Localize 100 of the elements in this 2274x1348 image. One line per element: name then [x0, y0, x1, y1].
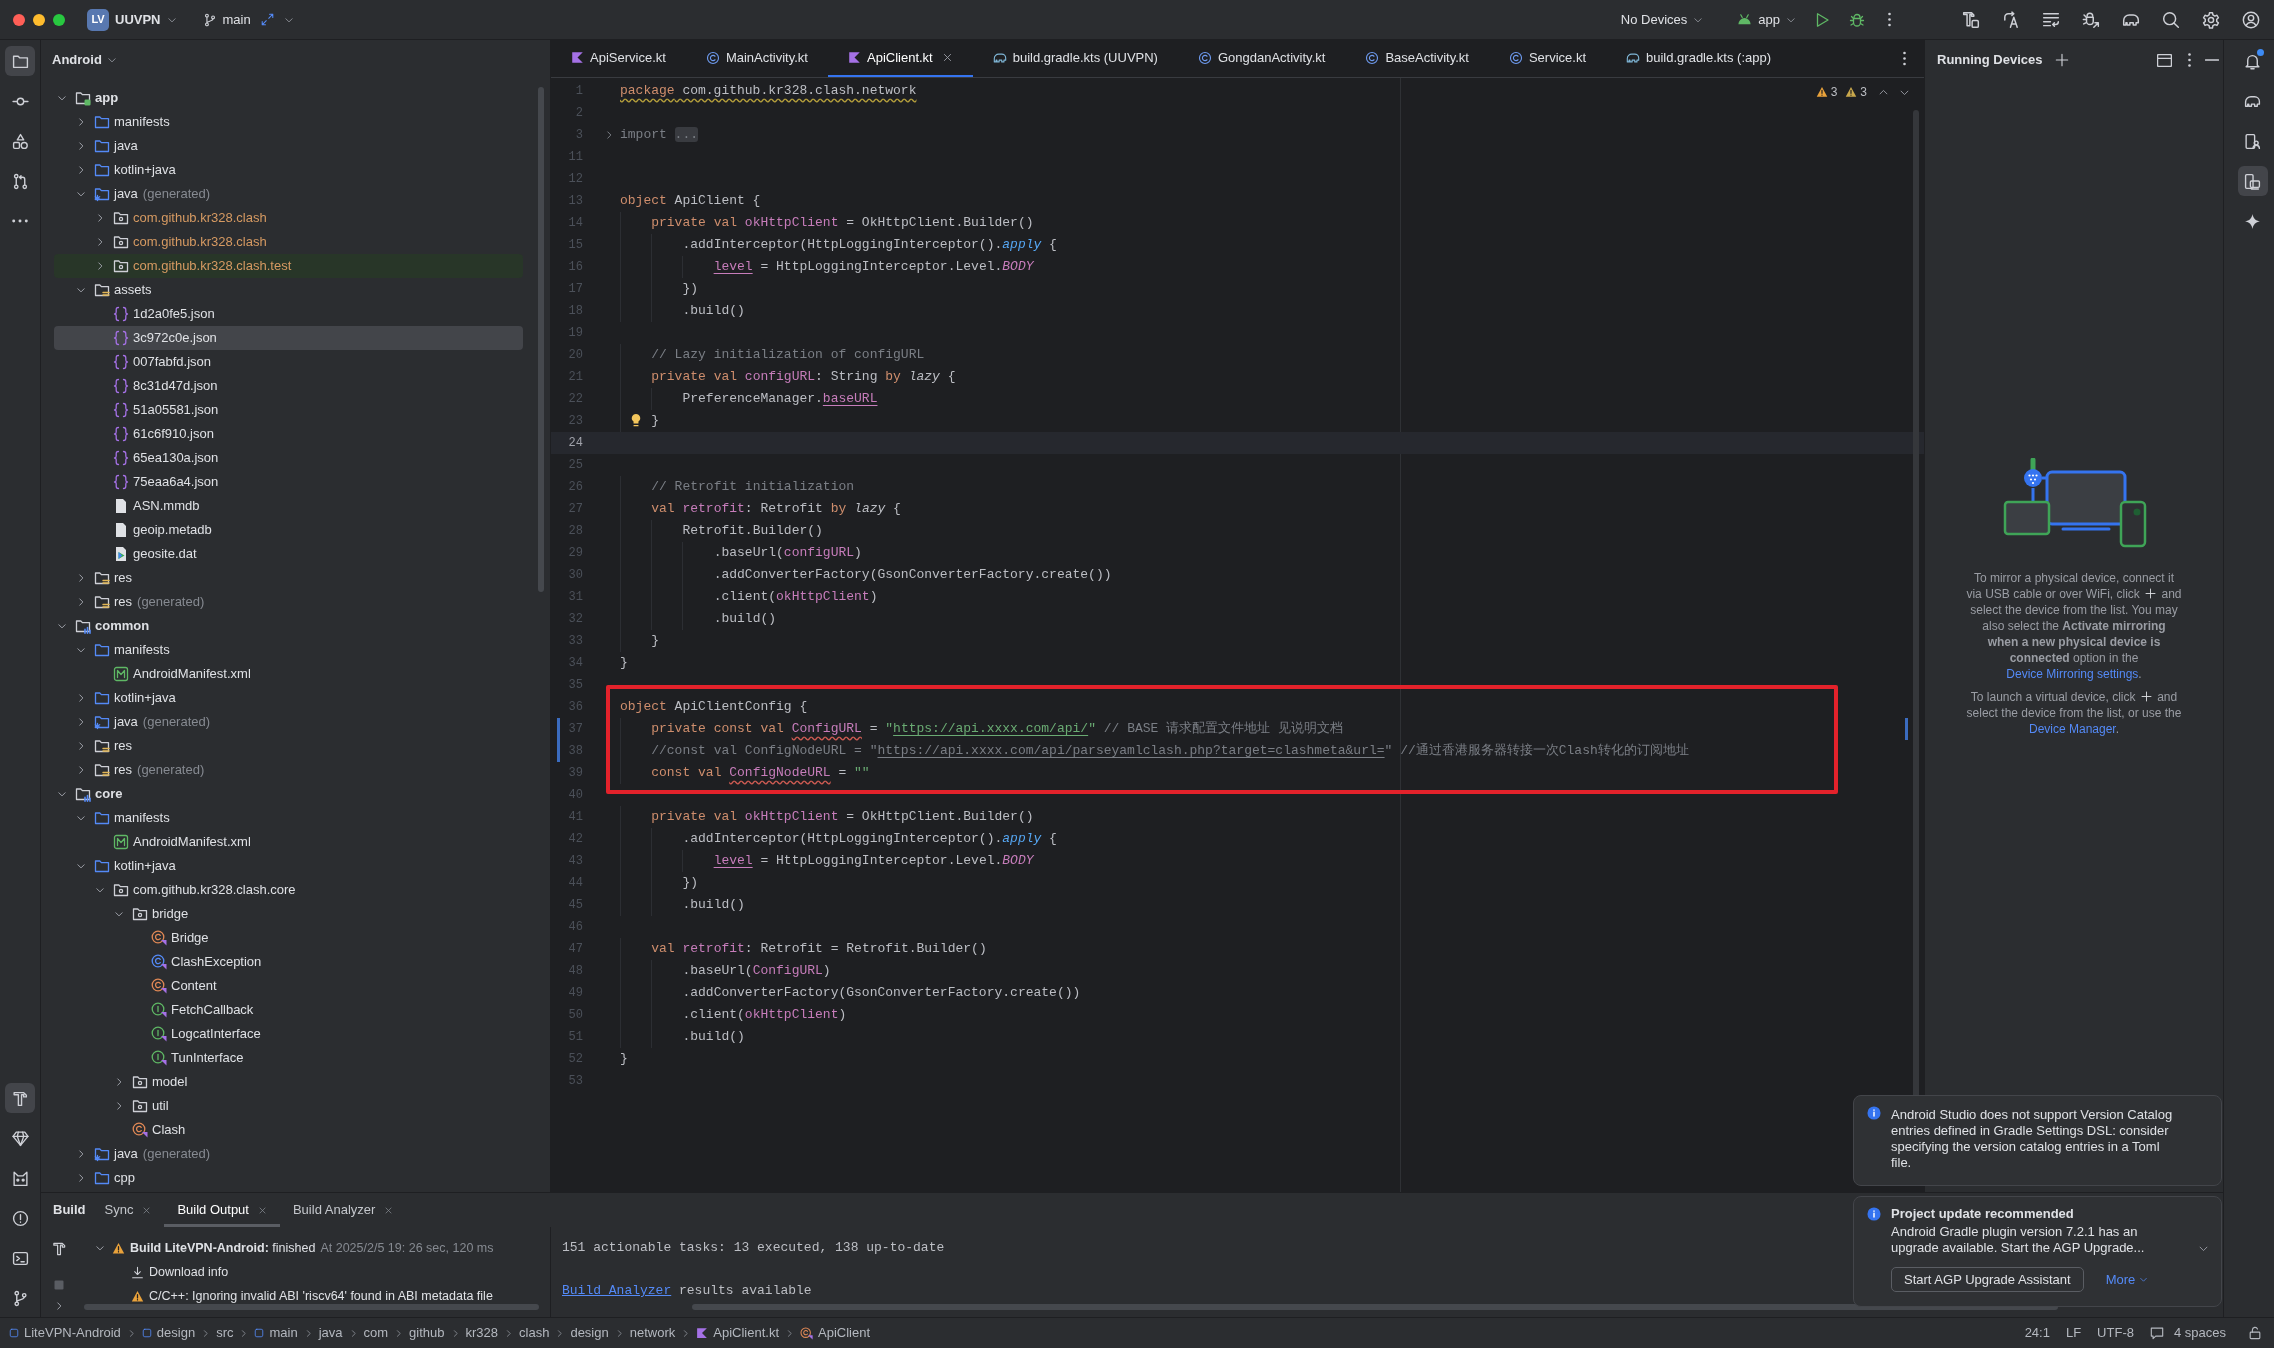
tree-item[interactable]: 65ea130a.json [54, 446, 523, 470]
minimize-window-button[interactable] [33, 13, 45, 26]
chevron-right-icon[interactable] [114, 1101, 124, 1111]
tree-item[interactable]: java (generated) [54, 182, 523, 206]
tree-item[interactable]: 51a05581.json [54, 398, 523, 422]
editor-tab[interactable]: build.gradle.kts (UUVPN) [972, 40, 1178, 77]
tree-item[interactable]: 007fabfd.json [54, 350, 523, 374]
chevron-right-icon[interactable] [95, 213, 105, 223]
tree-item[interactable]: 8c31d47d.json [54, 374, 523, 398]
chevron-right-icon[interactable] [76, 165, 86, 175]
chevron-right-icon[interactable] [76, 693, 86, 703]
tree-item[interactable]: kotlin+java [54, 158, 523, 182]
chevron-down-icon[interactable] [76, 189, 86, 199]
tree-item[interactable]: util [54, 1094, 523, 1118]
hammer-icon[interactable] [1962, 10, 1980, 29]
chevron-down-icon[interactable] [57, 93, 67, 103]
chevron-down-icon[interactable] [76, 645, 86, 655]
close-icon[interactable] [257, 1205, 267, 1215]
close-icon[interactable] [941, 52, 953, 63]
build-tree-item[interactable]: Build LiteVPN-Android: finished At 2025/2/5 19: 26 sec, 120 ms [77, 1236, 550, 1260]
chevron-down-icon[interactable] [95, 885, 105, 895]
tree-item[interactable]: AndroidManifest.xml [54, 662, 523, 686]
tree-item[interactable]: FetchCallback [54, 998, 523, 1022]
tree-item[interactable]: Bridge [54, 926, 523, 950]
breadcrumb-item[interactable]: LiteVPN-Android [9, 1323, 121, 1343]
chevron-down-icon[interactable] [57, 621, 67, 631]
close-window-button[interactable] [13, 13, 25, 26]
more-link[interactable]: More [2105, 1271, 2149, 1288]
chevron-right-icon[interactable] [76, 741, 86, 751]
wrap-lines-icon[interactable] [2042, 10, 2060, 29]
breadcrumb-item[interactable]: com [363, 1323, 389, 1343]
console-link[interactable]: Build Analyzer [562, 1283, 672, 1298]
tree-item[interactable]: Content [54, 974, 523, 998]
caret-position[interactable]: 24:1 [2024, 1323, 2050, 1343]
panel-tab[interactable]: Build Analyzer [279, 1193, 407, 1227]
tree-item[interactable]: java (generated) [54, 1142, 523, 1166]
chevron-right-icon[interactable] [95, 261, 105, 271]
tree-item[interactable]: assets [54, 278, 523, 302]
file-encoding[interactable]: UTF-8 [2097, 1323, 2134, 1343]
tree-item[interactable]: Clash [54, 1118, 523, 1142]
indentation[interactable]: 4 spaces [2173, 1323, 2226, 1343]
project-view-selector[interactable]: Android [52, 50, 117, 70]
hammer-icon[interactable] [51, 1241, 67, 1256]
chevron-right-icon[interactable] [76, 765, 86, 775]
run-configuration-selector[interactable]: app [1737, 5, 1796, 34]
editor-tab[interactable]: GongdanActivity.kt [1177, 40, 1346, 77]
project-menu[interactable]: LV UUVPN [87, 5, 177, 34]
tool-window-button[interactable] [5, 46, 35, 76]
tree-item[interactable]: res [54, 566, 523, 590]
breadcrumb-item[interactable]: main [254, 1323, 298, 1343]
chevron-right-icon[interactable] [114, 1077, 124, 1087]
tree-item[interactable]: com.github.kr328.clash [54, 206, 523, 230]
editor-tab[interactable]: ApiService.kt [551, 40, 686, 77]
chevron-right-icon[interactable] [76, 717, 86, 727]
tree-item[interactable]: ClashException [54, 950, 523, 974]
chevron-down-icon[interactable] [76, 861, 86, 871]
tree-item[interactable]: com.github.kr328.clash.core [54, 878, 523, 902]
tree-item[interactable]: AndroidManifest.xml [54, 830, 523, 854]
device-selector[interactable]: No Devices [1620, 5, 1704, 34]
tree-item[interactable]: ASN.mmdb [54, 494, 523, 518]
tree-item[interactable]: com.github.kr328.clash [54, 230, 523, 254]
tree-item[interactable]: 3c972c0e.json [54, 326, 523, 350]
scrollbar-thumb[interactable] [692, 1304, 2058, 1310]
chevron-right-icon[interactable] [76, 597, 86, 607]
breadcrumb-item[interactable]: design [141, 1323, 196, 1343]
breadcrumb-item[interactable]: ApiClient.kt [696, 1323, 779, 1343]
breadcrumb-item[interactable]: network [629, 1323, 676, 1343]
breadcrumb-item[interactable]: clash [519, 1323, 550, 1343]
plus-icon[interactable] [2055, 53, 2070, 67]
editor-tab[interactable]: ApiClient.kt [828, 40, 973, 77]
tree-item[interactable]: java [54, 134, 523, 158]
tree-item[interactable]: common [54, 614, 523, 638]
editor-tab[interactable]: MainActivity.kt [685, 40, 828, 77]
tree-item[interactable]: core [54, 782, 523, 806]
build-tree-item[interactable]: Download info [77, 1260, 550, 1284]
breadcrumb-item[interactable]: github [409, 1323, 445, 1343]
breadcrumb-item[interactable]: java [318, 1323, 343, 1343]
upgrade-button[interactable]: Start AGP Upgrade Assistant [1891, 1267, 2084, 1292]
tool-window-button[interactable] [2237, 166, 2268, 196]
lock-icon[interactable] [2248, 1326, 2262, 1340]
bulb-icon[interactable] [629, 413, 643, 427]
tree-item[interactable]: kotlin+java [54, 686, 523, 710]
tree-item[interactable]: manifests [54, 806, 523, 830]
chevron-down-icon[interactable] [76, 813, 86, 823]
editor-tab[interactable]: BaseActivity.kt [1345, 40, 1489, 77]
tree-item[interactable]: model [54, 1070, 523, 1094]
scrollbar-thumb[interactable] [84, 1304, 539, 1310]
more-icon[interactable] [2188, 53, 2191, 67]
breadcrumb-item[interactable]: kr328 [465, 1323, 499, 1343]
tree-item[interactable]: manifests [54, 638, 523, 662]
tree-item[interactable]: 61c6f910.json [54, 422, 523, 446]
scrollbar-thumb[interactable] [538, 87, 544, 592]
tree-item[interactable]: manifests [54, 110, 523, 134]
tree-item[interactable]: kotlin+java [54, 854, 523, 878]
breadcrumb-item[interactable]: design [570, 1323, 609, 1343]
search-icon[interactable] [2162, 10, 2180, 29]
settings-icon[interactable] [2202, 10, 2220, 29]
tree-item[interactable]: com.github.kr328.clash.test [54, 254, 523, 278]
account-icon[interactable] [2242, 10, 2260, 29]
breadcrumb-item[interactable]: src [216, 1323, 234, 1343]
